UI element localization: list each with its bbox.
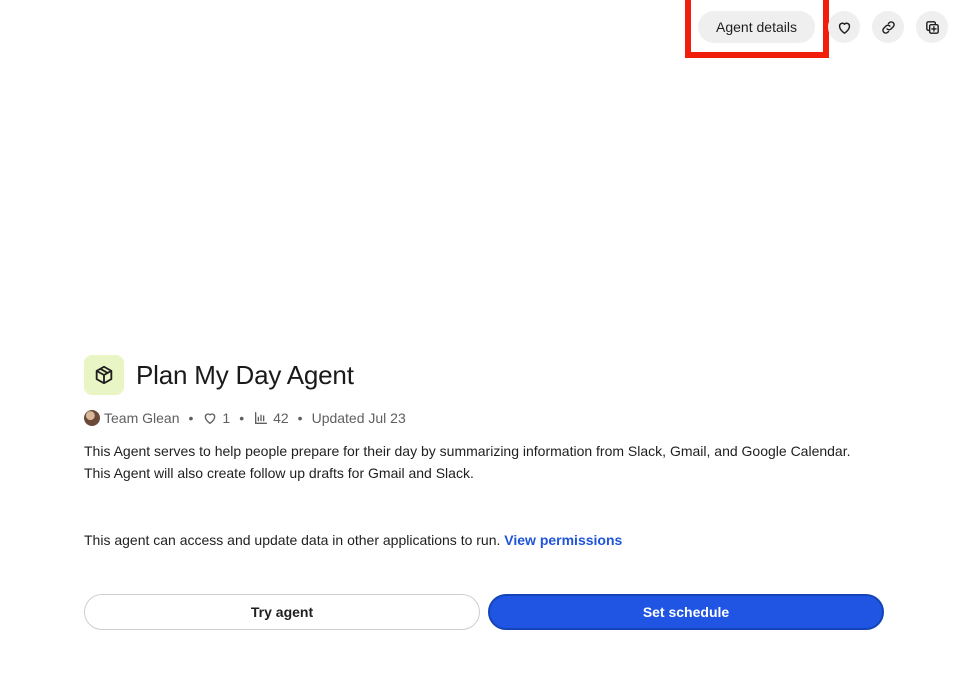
favorite-button[interactable] — [828, 11, 860, 43]
try-agent-button[interactable]: Try agent — [84, 594, 480, 630]
separator-dot: • — [188, 410, 194, 426]
top-toolbar: Agent details — [0, 0, 968, 60]
permissions-text: This agent can access and update data in… — [84, 532, 505, 548]
copy-link-button[interactable] — [872, 11, 904, 43]
package-icon — [95, 365, 113, 385]
agent-meta: Team Glean • 1 • 42 • Updated Jul 23 — [84, 408, 884, 428]
description-line: This Agent serves to help people prepare… — [84, 443, 851, 459]
heart-icon — [205, 413, 216, 424]
agent-info: Plan My Day Agent Team Glean • 1 • 42 • … — [84, 355, 884, 548]
separator-dot: • — [297, 410, 303, 426]
page-title: Plan My Day Agent — [136, 359, 354, 390]
duplicate-icon — [925, 20, 939, 34]
duplicate-button[interactable] — [916, 11, 948, 43]
agent-details-button[interactable]: Agent details — [698, 11, 815, 43]
bar-chart-icon — [255, 412, 268, 424]
permissions-notice: This agent can access and update data in… — [84, 532, 884, 548]
separator-dot: • — [239, 410, 245, 426]
view-permissions-link[interactable]: View permissions — [504, 532, 622, 548]
views-count: 42 — [273, 410, 289, 426]
heart-icon — [838, 22, 850, 34]
set-schedule-button[interactable]: Set schedule — [488, 594, 884, 630]
agent-avatar — [84, 355, 124, 395]
author-name: Team Glean — [104, 410, 180, 426]
likes-count: 1 — [222, 410, 231, 426]
link-icon — [881, 20, 895, 34]
author-avatar — [84, 410, 100, 426]
updated-date: Updated Jul 23 — [311, 410, 406, 426]
title-row: Plan My Day Agent — [84, 355, 884, 395]
description-line: This Agent will also create follow up dr… — [84, 465, 474, 481]
agent-description: This Agent serves to help people prepare… — [84, 440, 884, 484]
action-buttons: Try agent Set schedule — [84, 594, 884, 630]
